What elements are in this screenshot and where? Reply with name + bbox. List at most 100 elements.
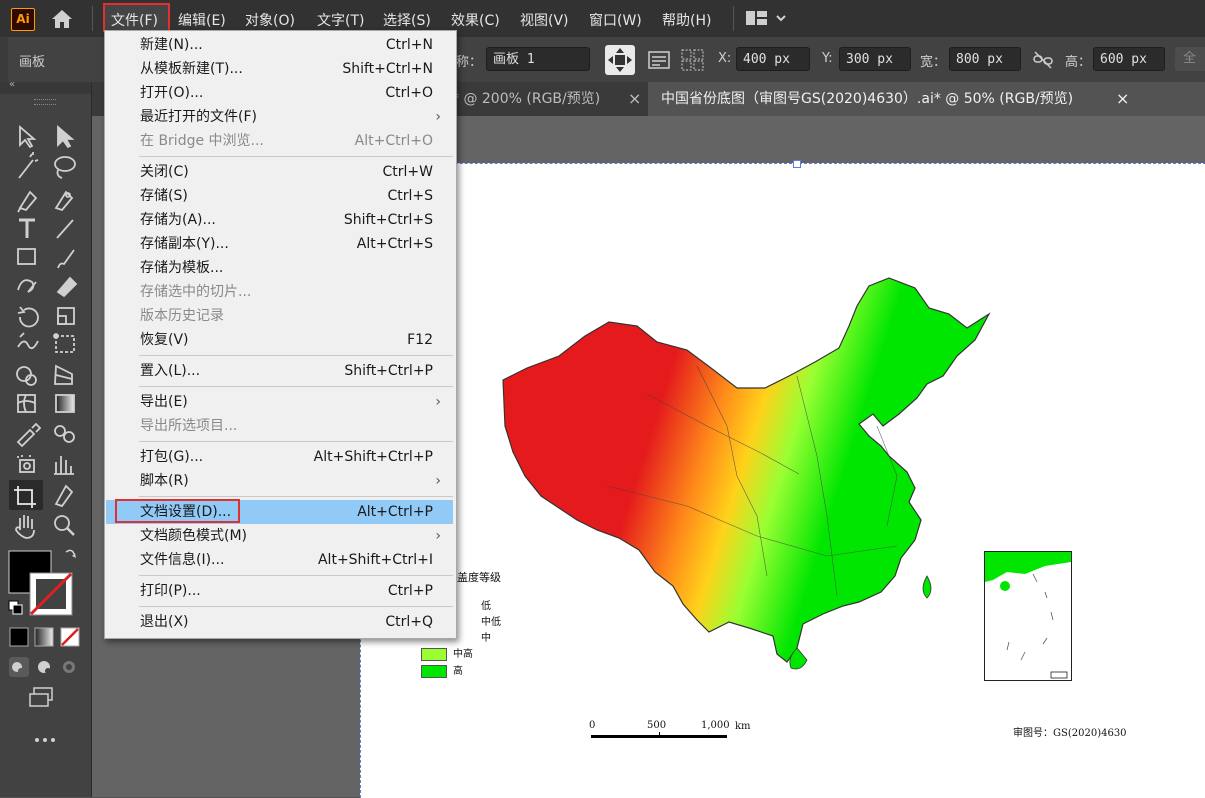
height-input[interactable]: 600 px xyxy=(1093,47,1165,71)
menu-separator xyxy=(139,156,453,157)
free-transform-tool-icon[interactable] xyxy=(52,332,78,358)
menu-object[interactable]: 对象(O) xyxy=(245,10,295,30)
direct-selection-tool-icon[interactable] xyxy=(52,122,78,148)
graph-tool-icon[interactable] xyxy=(52,452,78,478)
all-artboards-button[interactable]: 全 xyxy=(1175,47,1205,71)
x-input[interactable]: 400 px xyxy=(736,47,810,71)
draw-inside-icon[interactable] xyxy=(61,659,79,677)
control-bar-grip[interactable] xyxy=(0,37,8,82)
y-input[interactable]: 300 px xyxy=(839,47,911,71)
menu-edit[interactable]: 编辑(E) xyxy=(178,10,226,30)
approval-number: 审图号：GS(2020)4630 xyxy=(1013,728,1127,739)
menu-item-print[interactable]: 打印(P)... Ctrl+P xyxy=(106,579,453,603)
artboard-name-input[interactable]: 画板 1 xyxy=(486,47,590,71)
menu-item-close[interactable]: 关闭(C) Ctrl+W xyxy=(106,160,453,184)
menu-view[interactable]: 视图(V) xyxy=(520,10,569,30)
scale-tick: 0 xyxy=(589,720,596,731)
zoom-tool-icon[interactable] xyxy=(52,512,78,538)
gradient-mode-icon[interactable] xyxy=(35,628,53,646)
magic-wand-tool-icon[interactable] xyxy=(14,154,40,180)
shape-builder-tool-icon[interactable] xyxy=(14,362,40,388)
tab-1-label: * @ 200% (RGB/预览) xyxy=(452,91,601,107)
paintbrush-tool-icon[interactable] xyxy=(52,244,78,270)
artboard-handle[interactable] xyxy=(793,160,801,168)
fill-swatch[interactable] xyxy=(9,551,51,593)
rectangle-tool-icon[interactable] xyxy=(14,244,40,270)
tab-1[interactable]: * @ 200% (RGB/预览) × xyxy=(448,82,648,116)
lasso-tool-icon[interactable] xyxy=(52,154,78,180)
menu-item-document-color-mode[interactable]: 文档颜色模式(M) › xyxy=(106,524,453,548)
warp-tool-icon[interactable] xyxy=(14,332,40,358)
tab-2-close-icon[interactable]: × xyxy=(1116,82,1129,116)
mesh-tool-icon[interactable] xyxy=(14,392,40,418)
menu-window[interactable]: 窗口(W) xyxy=(589,10,642,30)
menu-item-save-copy[interactable]: 存储副本(Y)... Alt+Ctrl+S xyxy=(106,232,453,256)
menu-item-package[interactable]: 打包(G)... Alt+Shift+Ctrl+P xyxy=(106,445,453,469)
menu-select[interactable]: 选择(S) xyxy=(383,10,431,30)
shaper-tool-icon[interactable] xyxy=(14,274,40,300)
slice-tool-icon[interactable] xyxy=(52,482,78,508)
artboard-options-icon[interactable] xyxy=(648,50,670,70)
menu-item-save[interactable]: 存储(S) Ctrl+S xyxy=(106,184,453,208)
rearrange-artboards-icon[interactable] xyxy=(680,48,706,72)
move-artwork-icon[interactable] xyxy=(605,45,635,75)
submenu-arrow-icon: › xyxy=(435,473,441,489)
menu-item-recent-files[interactable]: 最近打开的文件(F) › xyxy=(106,105,453,129)
menu-item-scripts[interactable]: 脚本(R) › xyxy=(106,469,453,493)
swap-fill-stroke-icon[interactable] xyxy=(62,548,78,562)
screen-mode-icon[interactable] xyxy=(29,686,55,708)
curvature-tool-icon[interactable] xyxy=(52,186,78,212)
draw-normal-icon[interactable] xyxy=(9,657,29,677)
file-menu-dropdown: 新建(N)... Ctrl+N 从模板新建(T)... Shift+Ctrl+N 打… xyxy=(104,30,457,639)
width-input[interactable]: 800 px xyxy=(949,47,1021,71)
stroke-swatch[interactable] xyxy=(30,594,72,615)
color-mode-icon[interactable] xyxy=(10,628,28,646)
menu-separator xyxy=(139,575,453,576)
menu-item-file-info[interactable]: 文件信息(I)... Alt+Shift+Ctrl+I xyxy=(106,548,453,572)
menu-item-revert[interactable]: 恢复(V) F12 xyxy=(106,328,453,352)
menu-item-export[interactable]: 导出(E) › xyxy=(106,390,453,414)
menu-effect[interactable]: 效果(C) xyxy=(451,10,500,30)
y-label: Y: xyxy=(822,51,833,66)
scale-tool-icon[interactable] xyxy=(52,304,78,330)
submenu-arrow-icon: › xyxy=(435,109,441,125)
hand-tool-icon[interactable] xyxy=(14,512,40,538)
eraser-tool-icon[interactable] xyxy=(52,274,78,300)
menu-file[interactable]: 文件(F) xyxy=(111,10,158,30)
menu-item-new-from-template[interactable]: 从模板新建(T)... Shift+Ctrl+N xyxy=(106,57,453,81)
eyedropper-tool-icon[interactable] xyxy=(14,422,40,448)
line-tool-icon[interactable] xyxy=(52,216,78,242)
tab-1-close-icon[interactable]: × xyxy=(628,82,641,116)
menu-help[interactable]: 帮助(H) xyxy=(662,10,711,30)
workspace-switcher-icon[interactable] xyxy=(745,9,790,27)
tab-2[interactable]: 中国省份底图（审图号GS(2020)4630）.ai* @ 50% (RGB/预… xyxy=(648,82,1205,116)
menu-item-open[interactable]: 打开(O)... Ctrl+O xyxy=(106,81,453,105)
legend-swatch xyxy=(421,664,447,678)
artboard-tool-icon[interactable] xyxy=(12,482,38,508)
home-icon[interactable] xyxy=(50,8,74,30)
symbol-sprayer-tool-icon[interactable] xyxy=(14,452,40,478)
selection-tool-icon[interactable] xyxy=(14,122,40,148)
menu-item-save-as[interactable]: 存储为(A)... Shift+Ctrl+S xyxy=(106,208,453,232)
pen-tool-icon[interactable] xyxy=(14,186,40,212)
blend-tool-icon[interactable] xyxy=(52,422,78,448)
none-mode-icon[interactable] xyxy=(61,628,79,646)
menu-type[interactable]: 文字(T) xyxy=(317,10,364,30)
edit-toolbar-more-icon[interactable] xyxy=(32,732,58,748)
rotate-tool-icon[interactable] xyxy=(14,304,40,330)
scale-tick: 1,000 xyxy=(701,720,730,731)
menu-item-new[interactable]: 新建(N)... Ctrl+N xyxy=(106,33,453,57)
artboard[interactable]: 盖度等级 低 中低 中 中高 高 0 500 1,000 km 审图号：GS(2… xyxy=(360,160,1205,798)
menu-separator xyxy=(139,386,453,387)
menu-item-exit[interactable]: 退出(X) Ctrl+Q xyxy=(106,610,453,634)
perspective-grid-tool-icon[interactable] xyxy=(52,362,78,388)
type-tool-icon[interactable] xyxy=(14,216,40,242)
menu-item-document-setup[interactable]: 文档设置(D)... Alt+Ctrl+P xyxy=(106,499,453,524)
gradient-tool-icon[interactable] xyxy=(52,392,78,418)
default-colors-icon[interactable] xyxy=(9,601,23,615)
south-china-sea-inset xyxy=(984,551,1072,681)
draw-behind-icon[interactable] xyxy=(36,659,54,677)
menu-item-place[interactable]: 置入(L)... Shift+Ctrl+P xyxy=(106,359,453,383)
menu-item-save-as-template[interactable]: 存储为模板... xyxy=(106,256,453,280)
link-constrain-icon[interactable] xyxy=(1032,50,1054,70)
